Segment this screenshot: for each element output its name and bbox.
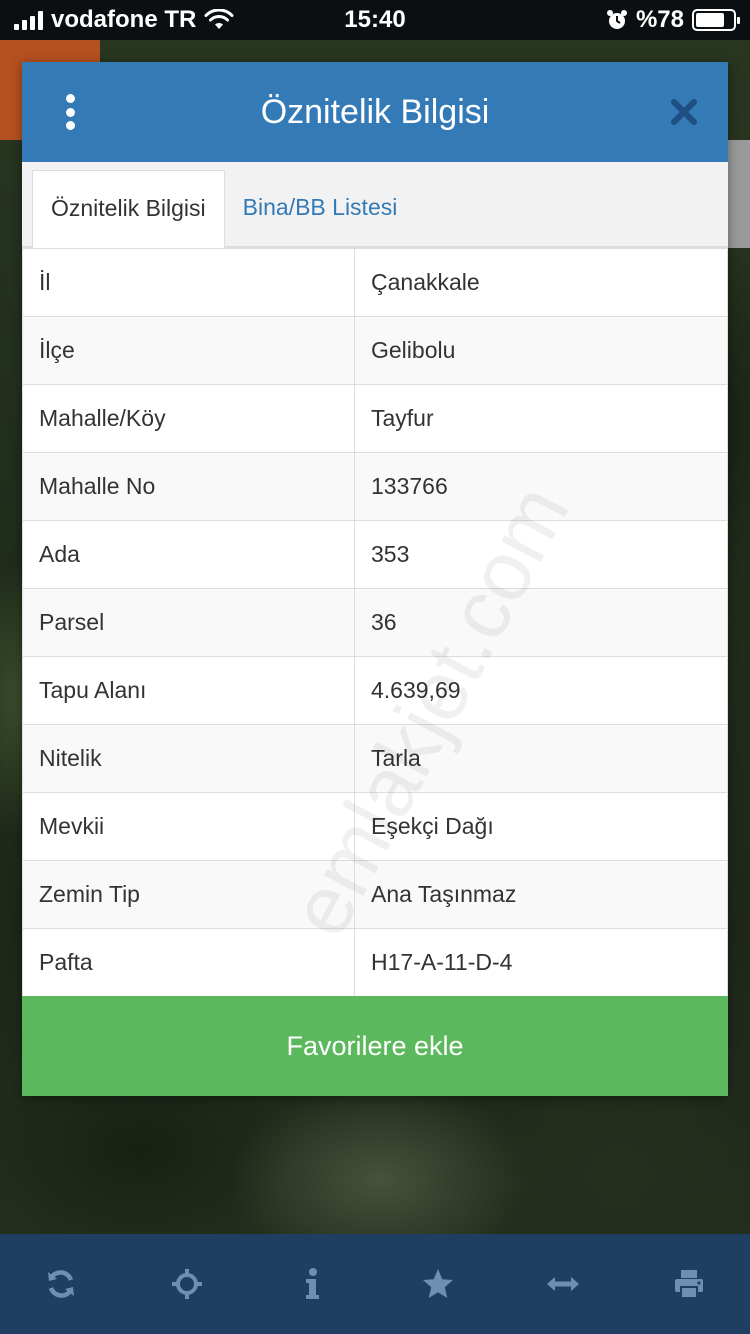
table-row: Mahalle No 133766 [22, 452, 728, 521]
status-left: vodafone TR [14, 6, 234, 34]
alarm-icon [606, 10, 627, 29]
signal-icon [14, 10, 43, 30]
crosshair-icon [171, 1269, 202, 1299]
row-value: 36 [354, 588, 728, 657]
table-row: Tapu Alanı 4.639,69 [22, 656, 728, 725]
battery-icon [692, 9, 740, 31]
row-key: Mahalle No [22, 452, 355, 521]
table-row: İl Çanakkale [22, 248, 728, 317]
row-value: Gelibolu [354, 316, 728, 385]
tab-building-list[interactable]: Bina/BB Listesi [225, 168, 416, 246]
close-button[interactable] [666, 94, 702, 130]
print-button[interactable] [668, 1263, 710, 1305]
favorites-button[interactable] [417, 1263, 459, 1305]
modal-header: Öznitelik Bilgisi [22, 62, 728, 162]
refresh-icon [48, 1270, 74, 1298]
row-key: Nitelik [22, 724, 355, 793]
tab-attribute-info[interactable]: Öznitelik Bilgisi [32, 170, 225, 248]
row-value: Çanakkale [354, 248, 728, 317]
measure-icon [547, 1277, 580, 1291]
battery-percent: %78 [635, 6, 684, 33]
row-value: 133766 [354, 452, 728, 521]
close-icon [671, 99, 697, 125]
row-value: Tarla [354, 724, 728, 793]
refresh-button[interactable] [40, 1263, 82, 1305]
row-key: Ada [22, 520, 355, 589]
more-dots-icon [65, 94, 75, 103]
row-key: İl [22, 248, 355, 317]
table-row: Parsel 36 [22, 588, 728, 657]
print-icon [674, 1270, 703, 1299]
status-right: %78 [606, 6, 740, 34]
status-bar: vodafone TR 15:40 %78 [0, 0, 750, 40]
row-value: 353 [354, 520, 728, 589]
star-icon [422, 1269, 453, 1298]
more-menu-button[interactable] [58, 94, 82, 130]
attribute-modal: Öznitelik Bilgisi Öznitelik Bilgisi Bina… [22, 62, 728, 1096]
info-icon [306, 1268, 320, 1299]
measure-button[interactable] [542, 1263, 584, 1305]
table-row: İlçe Gelibolu [22, 316, 728, 385]
bottom-toolbar [0, 1234, 750, 1334]
table-row: Nitelik Tarla [22, 724, 728, 793]
wifi-icon [204, 9, 234, 29]
row-key: Mevkii [22, 792, 355, 861]
row-key: İlçe [22, 316, 355, 385]
row-key: Parsel [22, 588, 355, 657]
locate-button[interactable] [166, 1263, 208, 1305]
row-key: Zemin Tip [22, 860, 355, 929]
carrier-name: vodafone TR [51, 6, 197, 33]
info-button[interactable] [291, 1263, 333, 1305]
row-value: H17-A-11-D-4 [354, 928, 728, 997]
table-row: Pafta H17-A-11-D-4 [22, 928, 728, 997]
attribute-table: İl Çanakkale İlçe Gelibolu Mahalle/Köy Tayf… [22, 248, 728, 997]
row-value: Tayfur [354, 384, 728, 453]
map-side-element [728, 140, 750, 248]
table-row: Zemin Tip Ana Taşınmaz [22, 860, 728, 929]
tab-bar: Öznitelik Bilgisi Bina/BB Listesi [22, 162, 728, 248]
row-value: Eşekçi Dağı [354, 792, 728, 861]
row-value: Ana Taşınmaz [354, 860, 728, 929]
table-row: Mahalle/Köy Tayfur [22, 384, 728, 453]
row-key: Pafta [22, 928, 355, 997]
table-row: Ada 353 [22, 520, 728, 589]
battery-fill [696, 13, 725, 27]
add-favorite-button[interactable]: Favorilere ekle [22, 996, 728, 1096]
row-key: Mahalle/Köy [22, 384, 355, 453]
table-row: Mevkii Eşekçi Dağı [22, 792, 728, 861]
row-key: Tapu Alanı [22, 656, 355, 725]
row-value: 4.639,69 [354, 656, 728, 725]
modal-title: Öznitelik Bilgisi [260, 92, 490, 131]
